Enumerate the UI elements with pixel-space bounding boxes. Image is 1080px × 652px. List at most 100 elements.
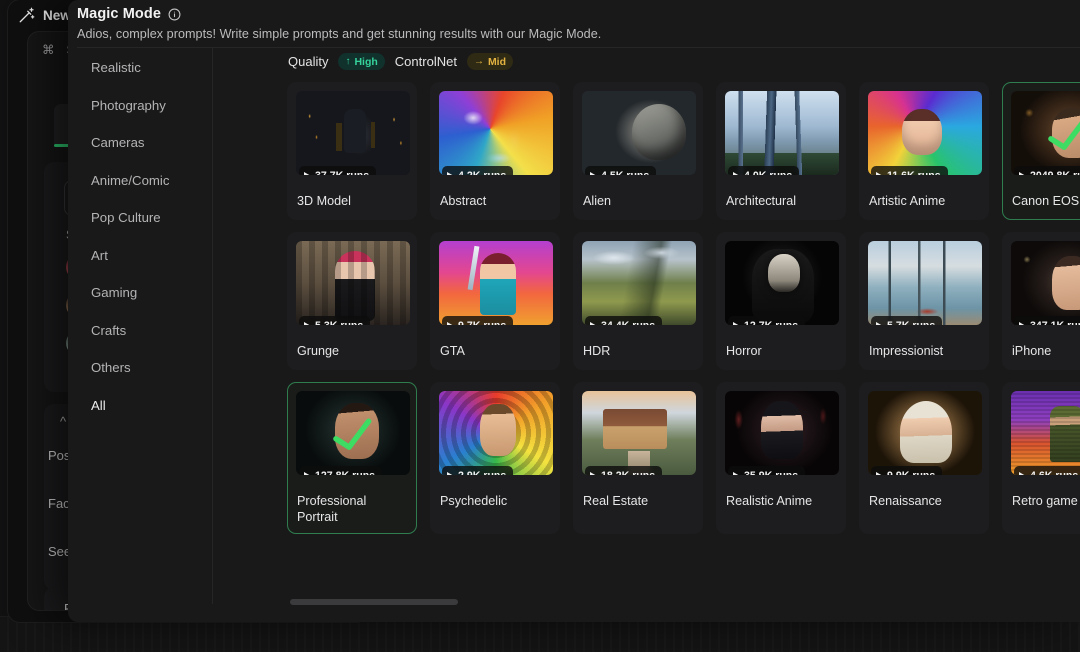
runs-count: 2049.8K runs [1030,170,1080,176]
style-thumbnail-image [296,241,410,325]
play-icon [1019,321,1026,325]
runs-count: 9.7K runs [458,320,506,326]
style-thumbnail-image [296,91,410,175]
style-thumbnail: 2.9K runs [439,391,553,475]
runs-count: 4.0K runs [744,170,792,176]
runs-badge: 2.9K runs [442,466,514,475]
play-icon [590,471,597,475]
style-card[interactable]: 9.9K runs Renaissance [859,382,989,535]
runs-count: 11.6K runs [887,170,941,176]
chevron-up-icon[interactable]: ^ [60,414,66,429]
runs-count: 37.7K runs [315,170,369,176]
style-card[interactable]: 5.7K runs Impressionist [859,232,989,370]
style-thumbnail-image [439,391,553,475]
runs-badge: 347.1K runs [1014,316,1080,325]
category-item-realistic[interactable]: Realistic [91,60,141,75]
style-thumbnail-image [1011,391,1080,475]
category-item-art[interactable]: Art [91,248,108,263]
green-check-icon [1044,116,1080,154]
runs-badge: 2049.8K runs [1014,166,1080,175]
style-card[interactable]: 4.2K runs Abstract [430,82,560,220]
style-card[interactable]: 4.0K runs Architectural [716,82,846,220]
play-icon [1019,171,1026,175]
runs-count: 5.3K runs [315,320,363,326]
style-card[interactable]: 4.6K runs Retro game [1002,382,1080,535]
style-title: Psychedelic [440,494,508,508]
command-key-icon: ⌘ [42,43,55,57]
style-title: Architectural [726,194,796,208]
play-icon [304,321,311,325]
style-card[interactable]: 37.7K runs 3D Model [287,82,417,220]
play-icon [590,321,597,325]
modal-title: Magic Mode [77,6,161,22]
play-icon [1019,471,1026,475]
info-icon[interactable] [168,8,181,21]
play-icon [876,171,883,175]
style-title: Professional Portrait [297,494,367,525]
runs-badge: 127.8K runs [299,466,383,475]
style-card[interactable]: 18.2K runs Real Estate [573,382,703,535]
style-title: Real Estate [583,494,649,508]
style-title: Abstract [440,194,487,208]
controlnet-badge: → Mid [466,53,514,70]
style-card[interactable]: 2049.8K runs Canon EOS R6 [1002,82,1080,220]
style-card[interactable]: 34.4K runs HDR [573,232,703,370]
style-card[interactable]: 9.7K runs GTA [430,232,560,370]
style-title: Renaissance [869,494,942,508]
style-card[interactable]: 5.3K runs Grunge [287,232,417,370]
runs-badge: 9.9K runs [871,466,943,475]
category-item-crafts[interactable]: Crafts [91,323,126,338]
style-thumbnail: 35.9K runs [725,391,839,475]
runs-badge: 4.6K runs [1014,466,1080,475]
runs-badge: 4.2K runs [442,166,514,175]
screen: New ⌘ S Ma Se Sele ^ ◉ [0,0,1080,652]
style-card[interactable]: 11.6K runs Artistic Anime [859,82,989,220]
category-item-anime-comic[interactable]: Anime/Comic [91,173,169,188]
style-title: Retro game [1012,494,1078,508]
style-title: Artistic Anime [869,194,946,208]
style-card[interactable]: 4.5K runs Alien [573,82,703,220]
style-thumbnail: 4.6K runs [1011,391,1080,475]
runs-badge: 9.7K runs [442,316,514,326]
style-thumbnail-image [439,91,553,175]
category-item-pop-culture[interactable]: Pop Culture [91,210,161,225]
play-icon [447,471,454,475]
style-thumbnail-image [725,91,839,175]
quality-badge-label: High [354,55,378,68]
style-card[interactable]: 347.1K runs iPhone [1002,232,1080,370]
runs-count: 18.2K runs [601,470,655,476]
runs-badge: 18.2K runs [585,466,663,476]
play-icon [447,171,454,175]
play-icon [447,321,454,325]
runs-count: 4.5K runs [601,170,649,176]
style-card[interactable]: 35.9K runs Realistic Anime [716,382,846,535]
style-thumbnail: 9.9K runs [868,391,982,475]
style-card[interactable]: 2.9K runs Psychedelic [430,382,560,535]
style-thumbnail: 34.4K runs [582,241,696,325]
horizontal-scrollbar-thumb[interactable] [290,599,458,605]
category-item-all[interactable]: All [91,398,106,413]
style-card[interactable]: 12.7K runs Horror [716,232,846,370]
runs-count: 347.1K runs [1030,320,1080,326]
runs-badge: 4.5K runs [585,166,657,176]
modal-subtitle: Adios, complex prompts! Write simple pro… [77,27,602,41]
category-item-photography[interactable]: Photography [91,98,166,113]
style-title: Alien [583,194,612,208]
category-item-cameras[interactable]: Cameras [91,135,145,150]
play-icon [733,321,740,325]
green-check-icon [329,416,377,454]
style-thumbnail: 5.7K runs [868,241,982,325]
category-rail: Realistic Photography Cameras Anime/Comic Po… [77,48,213,604]
play-icon [733,471,740,475]
style-thumbnail-image [439,241,553,325]
arrow-right-icon: → [473,55,484,67]
runs-badge: 35.9K runs [728,466,806,475]
controlnet-label: ControlNet [394,54,457,69]
style-thumbnail: 9.7K runs [439,241,553,325]
category-item-gaming[interactable]: Gaming [91,285,137,300]
arrow-up-icon: ↑ [345,55,351,67]
quality-badge: ↑ High [338,53,385,70]
category-item-others[interactable]: Others [91,360,131,375]
new-button-label[interactable]: New [43,8,71,23]
style-card[interactable]: 127.8K runs Professional Portrait [287,382,417,535]
